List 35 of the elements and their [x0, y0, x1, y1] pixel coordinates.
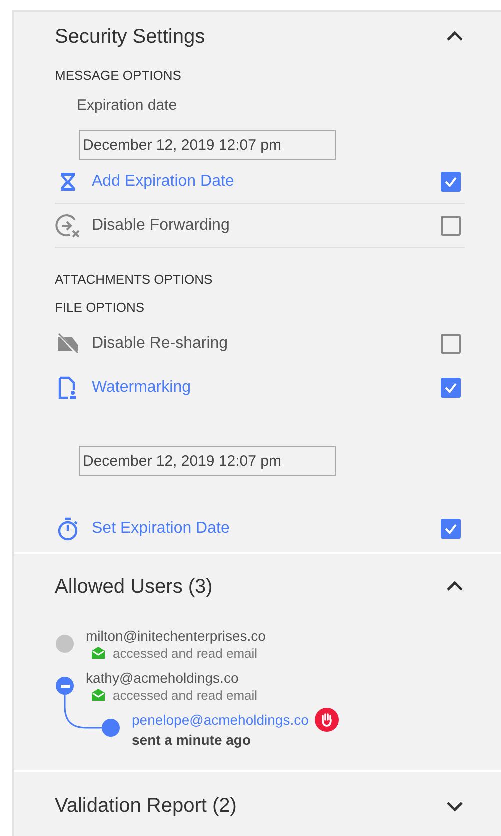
crossed-out-image-icon	[55, 333, 81, 355]
checkbox[interactable]	[441, 172, 461, 192]
envelope-icon	[92, 689, 105, 701]
field-label: Expiration date	[76, 96, 178, 116]
section-heading: FILE OPTIONS	[55, 299, 146, 318]
user-email: milton@initechenterprises.co	[86, 626, 266, 644]
checkmark-icon	[444, 381, 458, 395]
option-label: Disable Re-sharing	[92, 334, 230, 354]
connector-line	[64, 695, 102, 729]
section-title[interactable]: Security Settings	[55, 22, 206, 52]
option-label: Set Expiration Date	[92, 519, 231, 539]
forward-blocked-icon	[55, 212, 81, 238]
user-email: penelope@acmeholdings.co	[132, 710, 309, 728]
option-label: Watermarking	[92, 378, 192, 398]
section-heading: ATTACHMENTS OPTIONS	[55, 271, 214, 290]
checkbox[interactable]	[441, 334, 461, 354]
collapse-toggle[interactable]	[56, 677, 74, 695]
date-field[interactable]: December 12, 2019 12:07 pm	[79, 130, 336, 160]
date-field[interactable]: December 12, 2019 12:07 pm	[79, 446, 336, 476]
user-email: kathy@acmeholdings.co	[86, 668, 239, 686]
checkmark-icon	[444, 522, 458, 536]
option-label: Disable Forwarding	[92, 216, 231, 236]
section-heading: MESSAGE OPTIONS	[55, 67, 182, 86]
checkbox[interactable]	[441, 216, 461, 236]
checkbox[interactable]	[441, 519, 461, 539]
hand-stop-icon[interactable]	[314, 708, 339, 732]
option-label: Add Expiration Date	[92, 172, 236, 192]
user-status: accessed and read email	[113, 686, 258, 704]
checkbox[interactable]	[441, 378, 461, 398]
checkmark-icon	[444, 174, 458, 188]
section-title[interactable]: Allowed Users (3)	[55, 572, 213, 602]
envelope-icon	[92, 647, 105, 659]
section-title[interactable]: Validation Report (2)	[55, 791, 237, 821]
user-status: accessed and read email	[113, 644, 258, 662]
user-status: sent a minute ago	[132, 732, 252, 748]
